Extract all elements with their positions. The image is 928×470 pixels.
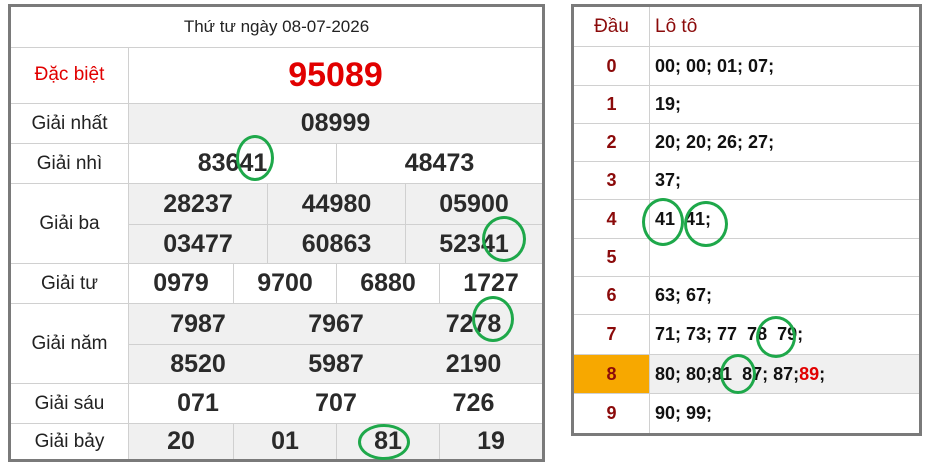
header-loto: Lô tô bbox=[655, 15, 698, 37]
loto-row-values: 41 41; bbox=[655, 208, 712, 229]
sixth-prize-value: 726 bbox=[452, 389, 495, 417]
row-second: Giải nhì 83641 48473 bbox=[11, 144, 542, 184]
loto-row: 7 71; 73; 77 78 79; bbox=[574, 315, 919, 355]
loto-row-values: 00; 00; 01; 07; bbox=[655, 55, 775, 76]
loto-row-head: 6 bbox=[574, 277, 650, 314]
loto-row: 0 00; 00; 01; 07; bbox=[574, 47, 919, 86]
row-seventh: Giải bảy 20 01 81 19 bbox=[11, 424, 542, 459]
loto-values-part: 81 87; 87; bbox=[712, 363, 800, 384]
fourth-prize-value: 0979 bbox=[153, 269, 209, 297]
fifth-prize-value: 8520 bbox=[129, 344, 267, 383]
sixth-prize-value: 071 bbox=[177, 389, 219, 417]
loto-special-value: 89 bbox=[799, 363, 820, 384]
loto-row-values: 90; 99; bbox=[655, 403, 713, 423]
loto-row-values: 80; 80; 81 87; 87; 89; bbox=[650, 355, 919, 393]
seventh-prize-value: 19 bbox=[439, 424, 542, 459]
loto-row-head: 5 bbox=[574, 239, 650, 276]
loto-row-head: 9 bbox=[574, 394, 650, 433]
loto-row-head: 0 bbox=[574, 47, 650, 85]
third-prize-value: 05900 bbox=[405, 184, 542, 224]
fifth-prize-value: 7967 bbox=[308, 309, 364, 338]
loto-row: 4 41 41; bbox=[574, 200, 919, 239]
loto-table: Đầu Lô tô 0 00; 00; 01; 07; 1 19; 2 20; … bbox=[571, 4, 922, 436]
third-prize-value: 03477 bbox=[129, 224, 267, 263]
fifth-prize-value: 7987 bbox=[170, 309, 226, 338]
fourth-prize-value: 6880 bbox=[336, 264, 439, 303]
row-first: Giải nhất 08999 bbox=[11, 104, 542, 144]
loto-row-head: 2 bbox=[574, 124, 650, 161]
header-dau: Đầu bbox=[574, 7, 650, 46]
loto-row-values: 20; 20; 26; 27; bbox=[655, 132, 775, 152]
row-special: Đặc biệt 95089 bbox=[11, 47, 542, 104]
row-sixth: Giải sáu 071 707 726 bbox=[11, 384, 542, 424]
row-third: Giải ba 28237 44980 05900 03477 60863 52… bbox=[11, 184, 542, 264]
label-seventh: Giải bảy bbox=[11, 424, 129, 459]
loto-row-values: 37; bbox=[655, 170, 682, 190]
loto-row-head: 8 bbox=[574, 355, 650, 393]
loto-row-head: 1 bbox=[574, 86, 650, 123]
loto-row: 9 90; 99; bbox=[574, 394, 919, 433]
label-sixth: Giải sáu bbox=[11, 384, 129, 423]
second-prize-value: 48473 bbox=[336, 144, 542, 183]
label-third: Giải ba bbox=[11, 184, 129, 263]
results-table: Thứ tư ngày 08-07-2026 Đặc biệt 95089 Gi… bbox=[8, 4, 545, 462]
fifth-prize-value: 2190 bbox=[405, 344, 542, 383]
loto-row-head: 4 bbox=[574, 200, 650, 238]
loto-row: 5 bbox=[574, 239, 919, 277]
seventh-prize-value: 20 bbox=[167, 427, 195, 455]
loto-row-head: 7 bbox=[574, 315, 650, 354]
row-fourth: Giải tư 0979 9700 6880 1727 bbox=[11, 264, 542, 304]
loto-row: 3 37; bbox=[574, 162, 919, 200]
third-prize-value: 44980 bbox=[267, 184, 405, 224]
sixth-prize-value: 707 bbox=[315, 389, 357, 417]
second-prize-value: 83641 bbox=[197, 149, 268, 177]
loto-row-values: 19; bbox=[655, 94, 682, 114]
special-prize-value: 95089 bbox=[288, 55, 383, 94]
fourth-prize-value: 1727 bbox=[439, 264, 542, 303]
loto-row: 6 63; 67; bbox=[574, 277, 919, 315]
fifth-prize-value: 7278 bbox=[445, 309, 502, 338]
results-date-title: Thứ tư ngày 08-07-2026 bbox=[11, 7, 542, 48]
row-fifth: Giải năm 7987 7967 7278 8520 5987 2190 bbox=[11, 304, 542, 384]
loto-row-values bbox=[650, 239, 919, 276]
label-special: Đặc biệt bbox=[11, 47, 129, 103]
seventh-prize-value: 81 bbox=[336, 424, 439, 459]
loto-row-selected: 8 80; 80; 81 87; 87; 89; bbox=[574, 355, 919, 394]
loto-values-tail: ; bbox=[819, 363, 826, 384]
label-first: Giải nhất bbox=[11, 104, 129, 143]
loto-row: 2 20; 20; 26; 27; bbox=[574, 124, 919, 162]
third-prize-value: 52341 bbox=[405, 224, 542, 263]
first-prize-value: 08999 bbox=[300, 109, 371, 137]
loto-row-head: 3 bbox=[574, 162, 650, 199]
label-second: Giải nhì bbox=[11, 144, 129, 183]
seventh-prize-value: 01 bbox=[233, 424, 336, 459]
third-prize-value: 28237 bbox=[163, 189, 233, 218]
loto-row: 1 19; bbox=[574, 86, 919, 124]
fourth-prize-value: 9700 bbox=[233, 264, 336, 303]
loto-row-values: 63; 67; bbox=[655, 285, 713, 305]
loto-values-part: 80; 80; bbox=[655, 363, 713, 384]
label-fifth: Giải năm bbox=[11, 304, 129, 383]
loto-header: Đầu Lô tô bbox=[574, 7, 919, 47]
loto-row-values: 71; 73; 77 78 79; bbox=[655, 324, 804, 344]
fifth-prize-value: 5987 bbox=[267, 344, 405, 383]
third-prize-value: 60863 bbox=[267, 224, 405, 263]
label-fourth: Giải tư bbox=[11, 264, 129, 303]
